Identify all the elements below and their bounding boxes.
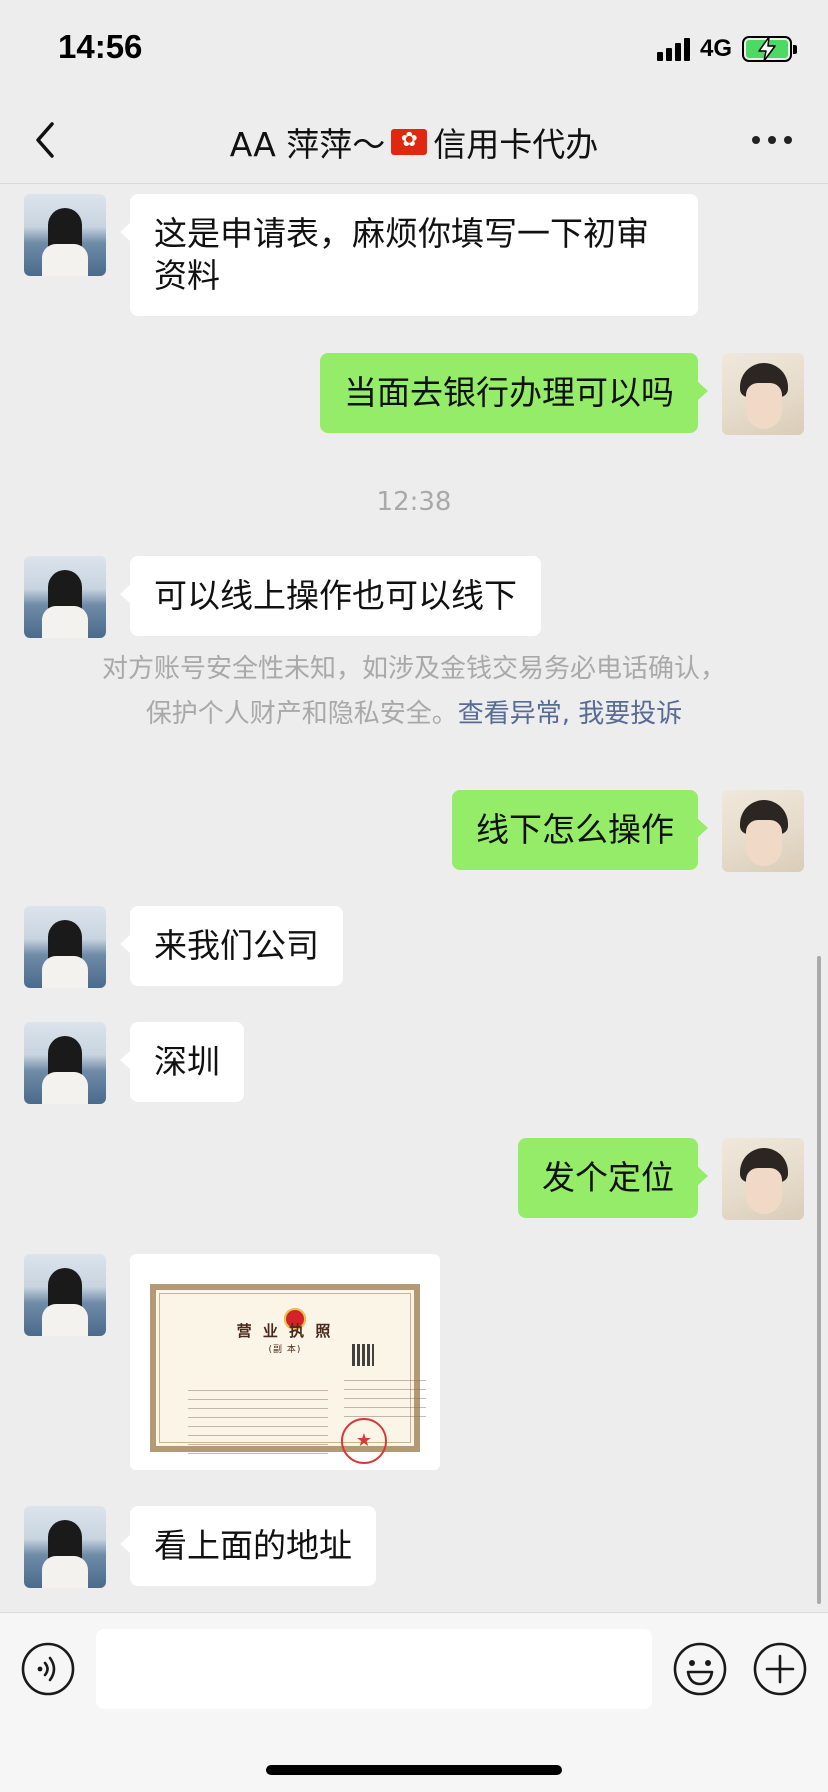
chat-scrollbar[interactable]	[817, 956, 821, 1604]
message-list[interactable]: 这是申请表，麻烦你填写一下初审 资料 当面去银行办理可以吗 12:38 可以线上…	[0, 185, 828, 1613]
contact-avatar[interactable]	[24, 194, 106, 276]
status-time: 14:56	[58, 28, 143, 65]
message-text: 来我们公司	[154, 926, 319, 965]
license-text-lines	[344, 1380, 426, 1420]
message-text: 深圳	[154, 1042, 220, 1081]
report-complaint-link[interactable]: 我要投诉	[578, 699, 682, 729]
battery-icon	[742, 36, 797, 62]
security-warning-line2: 保护个人财产和隐私安全。查看异常, 我要投诉	[60, 692, 768, 737]
status-bar: 14:56 4G	[0, 0, 828, 100]
view-abnormal-link[interactable]: 查看异常	[458, 699, 562, 729]
message-bubble-received[interactable]: 深圳	[120, 1022, 244, 1102]
more-options-icon[interactable]	[752, 136, 792, 144]
message-bubble-received[interactable]: 这是申请表，麻烦你填写一下初审 资料	[120, 194, 698, 316]
message-text: 可以线上操作也可以线下	[154, 576, 517, 615]
back-chevron-icon[interactable]	[26, 118, 66, 162]
plus-circle-icon[interactable]	[752, 1641, 808, 1697]
security-warning-line1: 对方账号安全性未知，如涉及金钱交易务必电话确认，	[101, 654, 726, 684]
license-subtitle: (副 本)	[268, 1345, 302, 1355]
chat-title-prefix: AA 萍萍～	[229, 125, 386, 164]
chat-title-suffix: 信用卡代办	[433, 125, 599, 164]
contact-avatar[interactable]	[24, 1022, 106, 1104]
chat-title: AA 萍萍～ 信用卡代办	[120, 118, 708, 166]
self-avatar[interactable]	[722, 1138, 804, 1220]
chat-header: AA 萍萍～ 信用卡代办	[0, 100, 828, 184]
license-text-lines	[188, 1390, 328, 1460]
message-bubble-received[interactable]: 看上面的地址	[120, 1506, 376, 1586]
message-bubble-received[interactable]: 来我们公司	[120, 906, 343, 986]
security-warning: 对方账号安全性未知，如涉及金钱交易务必电话确认， 保护个人财产和隐私安全。查看异…	[60, 647, 768, 737]
contact-avatar[interactable]	[24, 556, 106, 638]
home-indicator	[266, 1765, 562, 1775]
security-warning-text: 保护个人财产和隐私安全。	[145, 699, 458, 729]
link-separator: ,	[561, 699, 570, 729]
network-type: 4G	[699, 35, 732, 62]
contact-avatar[interactable]	[24, 1254, 106, 1336]
message-text: 发个定位	[542, 1158, 674, 1197]
self-avatar[interactable]	[722, 353, 804, 435]
input-toolbar	[0, 1612, 828, 1792]
message-text-line: 资料	[154, 256, 220, 295]
self-avatar[interactable]	[722, 790, 804, 872]
message-bubble-received[interactable]: 可以线上操作也可以线下	[120, 556, 541, 636]
qr-code-icon	[352, 1344, 374, 1366]
message-text: 看上面的地址	[154, 1526, 352, 1565]
contact-avatar[interactable]	[24, 1506, 106, 1588]
contact-avatar[interactable]	[24, 906, 106, 988]
message-timestamp: 12:38	[376, 487, 452, 517]
message-input[interactable]	[96, 1629, 652, 1709]
license-frame: 营 业 执 照 (副 本)	[150, 1284, 426, 1464]
message-text: 线下怎么操作	[476, 810, 674, 849]
voice-icon[interactable]	[20, 1641, 76, 1697]
message-bubble-sent[interactable]: 发个定位	[518, 1138, 708, 1218]
hong-kong-flag-icon	[391, 127, 428, 155]
business-license-image[interactable]: 营 业 执 照 (副 本)	[130, 1254, 440, 1470]
message-bubble-sent[interactable]: 当面去银行办理可以吗	[320, 353, 708, 433]
emoji-icon[interactable]	[672, 1641, 728, 1697]
message-text-line: 这是申请表，麻烦你填写一下初审	[154, 214, 649, 253]
charging-bolt-icon	[758, 36, 776, 62]
signal-icon	[656, 37, 690, 61]
message-text: 当面去银行办理可以吗	[344, 373, 674, 412]
status-indicators: 4G	[656, 34, 797, 64]
official-seal-icon	[341, 1418, 387, 1464]
license-title: 营 业 执 照	[236, 1322, 334, 1340]
message-bubble-sent[interactable]: 线下怎么操作	[452, 790, 708, 870]
